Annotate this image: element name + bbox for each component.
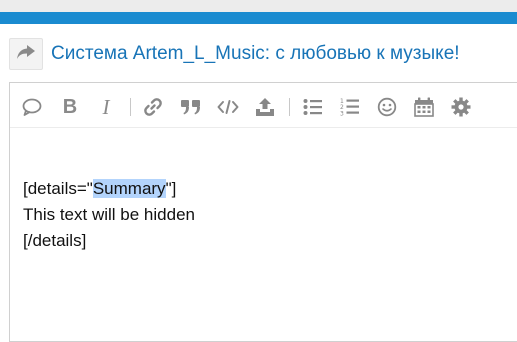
selected-text[interactable]: Summary	[92, 179, 166, 198]
bold-icon[interactable]: B	[59, 96, 81, 118]
italic-icon[interactable]: I	[95, 95, 117, 119]
link-icon[interactable]	[142, 96, 164, 118]
share-arrow-icon	[17, 44, 35, 64]
details-open-tag-prefix: [details="	[23, 179, 93, 198]
hidden-body-text: This text will be hidden	[23, 205, 195, 224]
bullet-list-icon[interactable]	[302, 96, 324, 118]
composer-text[interactable]: [details="Summary"] This text will be hi…	[23, 176, 195, 254]
calendar-icon[interactable]	[413, 96, 435, 118]
toolbar-divider	[130, 98, 131, 116]
reply-to-topic-button[interactable]	[9, 38, 43, 70]
blockquote-icon[interactable]	[180, 96, 202, 118]
details-close-tag: [/details]	[23, 231, 87, 250]
browser-top-strip	[0, 0, 517, 12]
svg-text:3: 3	[340, 111, 344, 118]
topic-title-link[interactable]: Система Artem_L_Music: с любовью к музык…	[51, 43, 460, 65]
composer-editor[interactable]: B I 1 2 3 [details="Summary"] This text …	[9, 82, 517, 342]
details-open-tag-suffix: "]	[165, 179, 177, 198]
upload-icon[interactable]	[254, 96, 276, 118]
quote-bubble-icon[interactable]	[21, 96, 43, 118]
emoji-icon[interactable]	[376, 96, 398, 118]
editor-toolbar: B I 1 2 3	[10, 83, 517, 128]
code-icon[interactable]	[217, 96, 239, 118]
gear-icon[interactable]	[450, 96, 472, 118]
toolbar-divider	[289, 98, 290, 116]
numbered-list-icon[interactable]: 1 2 3	[339, 96, 361, 118]
site-header-bar	[0, 12, 517, 24]
